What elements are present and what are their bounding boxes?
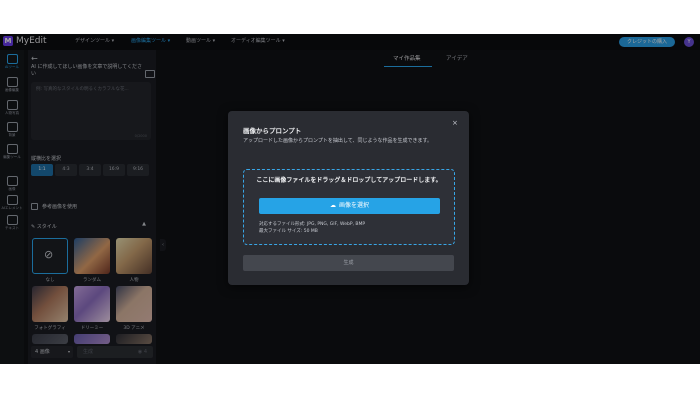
cloud-upload-icon: ☁ bbox=[329, 202, 336, 209]
max-file-size: 最大ファイル サイズ: 50 MB bbox=[259, 229, 318, 234]
supported-formats: 対応するファイル形式: JPG, PNG, GIF, WebP, BMP bbox=[259, 222, 366, 227]
app-window: M MyEdit デザインツール ▾ 画像編集ツール ▾ 動画ツール ▾ オーデ… bbox=[0, 34, 700, 364]
dialog-generate-button[interactable]: 生成 bbox=[243, 255, 454, 271]
file-requirements: 対応するファイル形式: JPG, PNG, GIF, WebP, BMP 最大フ… bbox=[259, 221, 365, 235]
image-to-prompt-dialog: 画像からプロンプト × アップロードした画像からプロンプトを抽出して、同じような… bbox=[228, 111, 469, 285]
select-image-button[interactable]: ☁ 画像を選択 bbox=[259, 198, 440, 214]
select-image-label: 画像を選択 bbox=[338, 202, 369, 209]
dialog-description: アップロードした画像からプロンプトを抽出して、同じような作品を生成できます。 bbox=[243, 138, 432, 144]
dropzone-text: ここに画像ファイルをドラッグ＆ドロップしてアップロードします。 bbox=[256, 177, 442, 184]
dialog-title: 画像からプロンプト bbox=[243, 127, 302, 135]
upload-dropzone[interactable]: ここに画像ファイルをドラッグ＆ドロップしてアップロードします。 ☁ 画像を選択 対… bbox=[243, 169, 455, 245]
close-icon[interactable]: × bbox=[452, 119, 458, 127]
